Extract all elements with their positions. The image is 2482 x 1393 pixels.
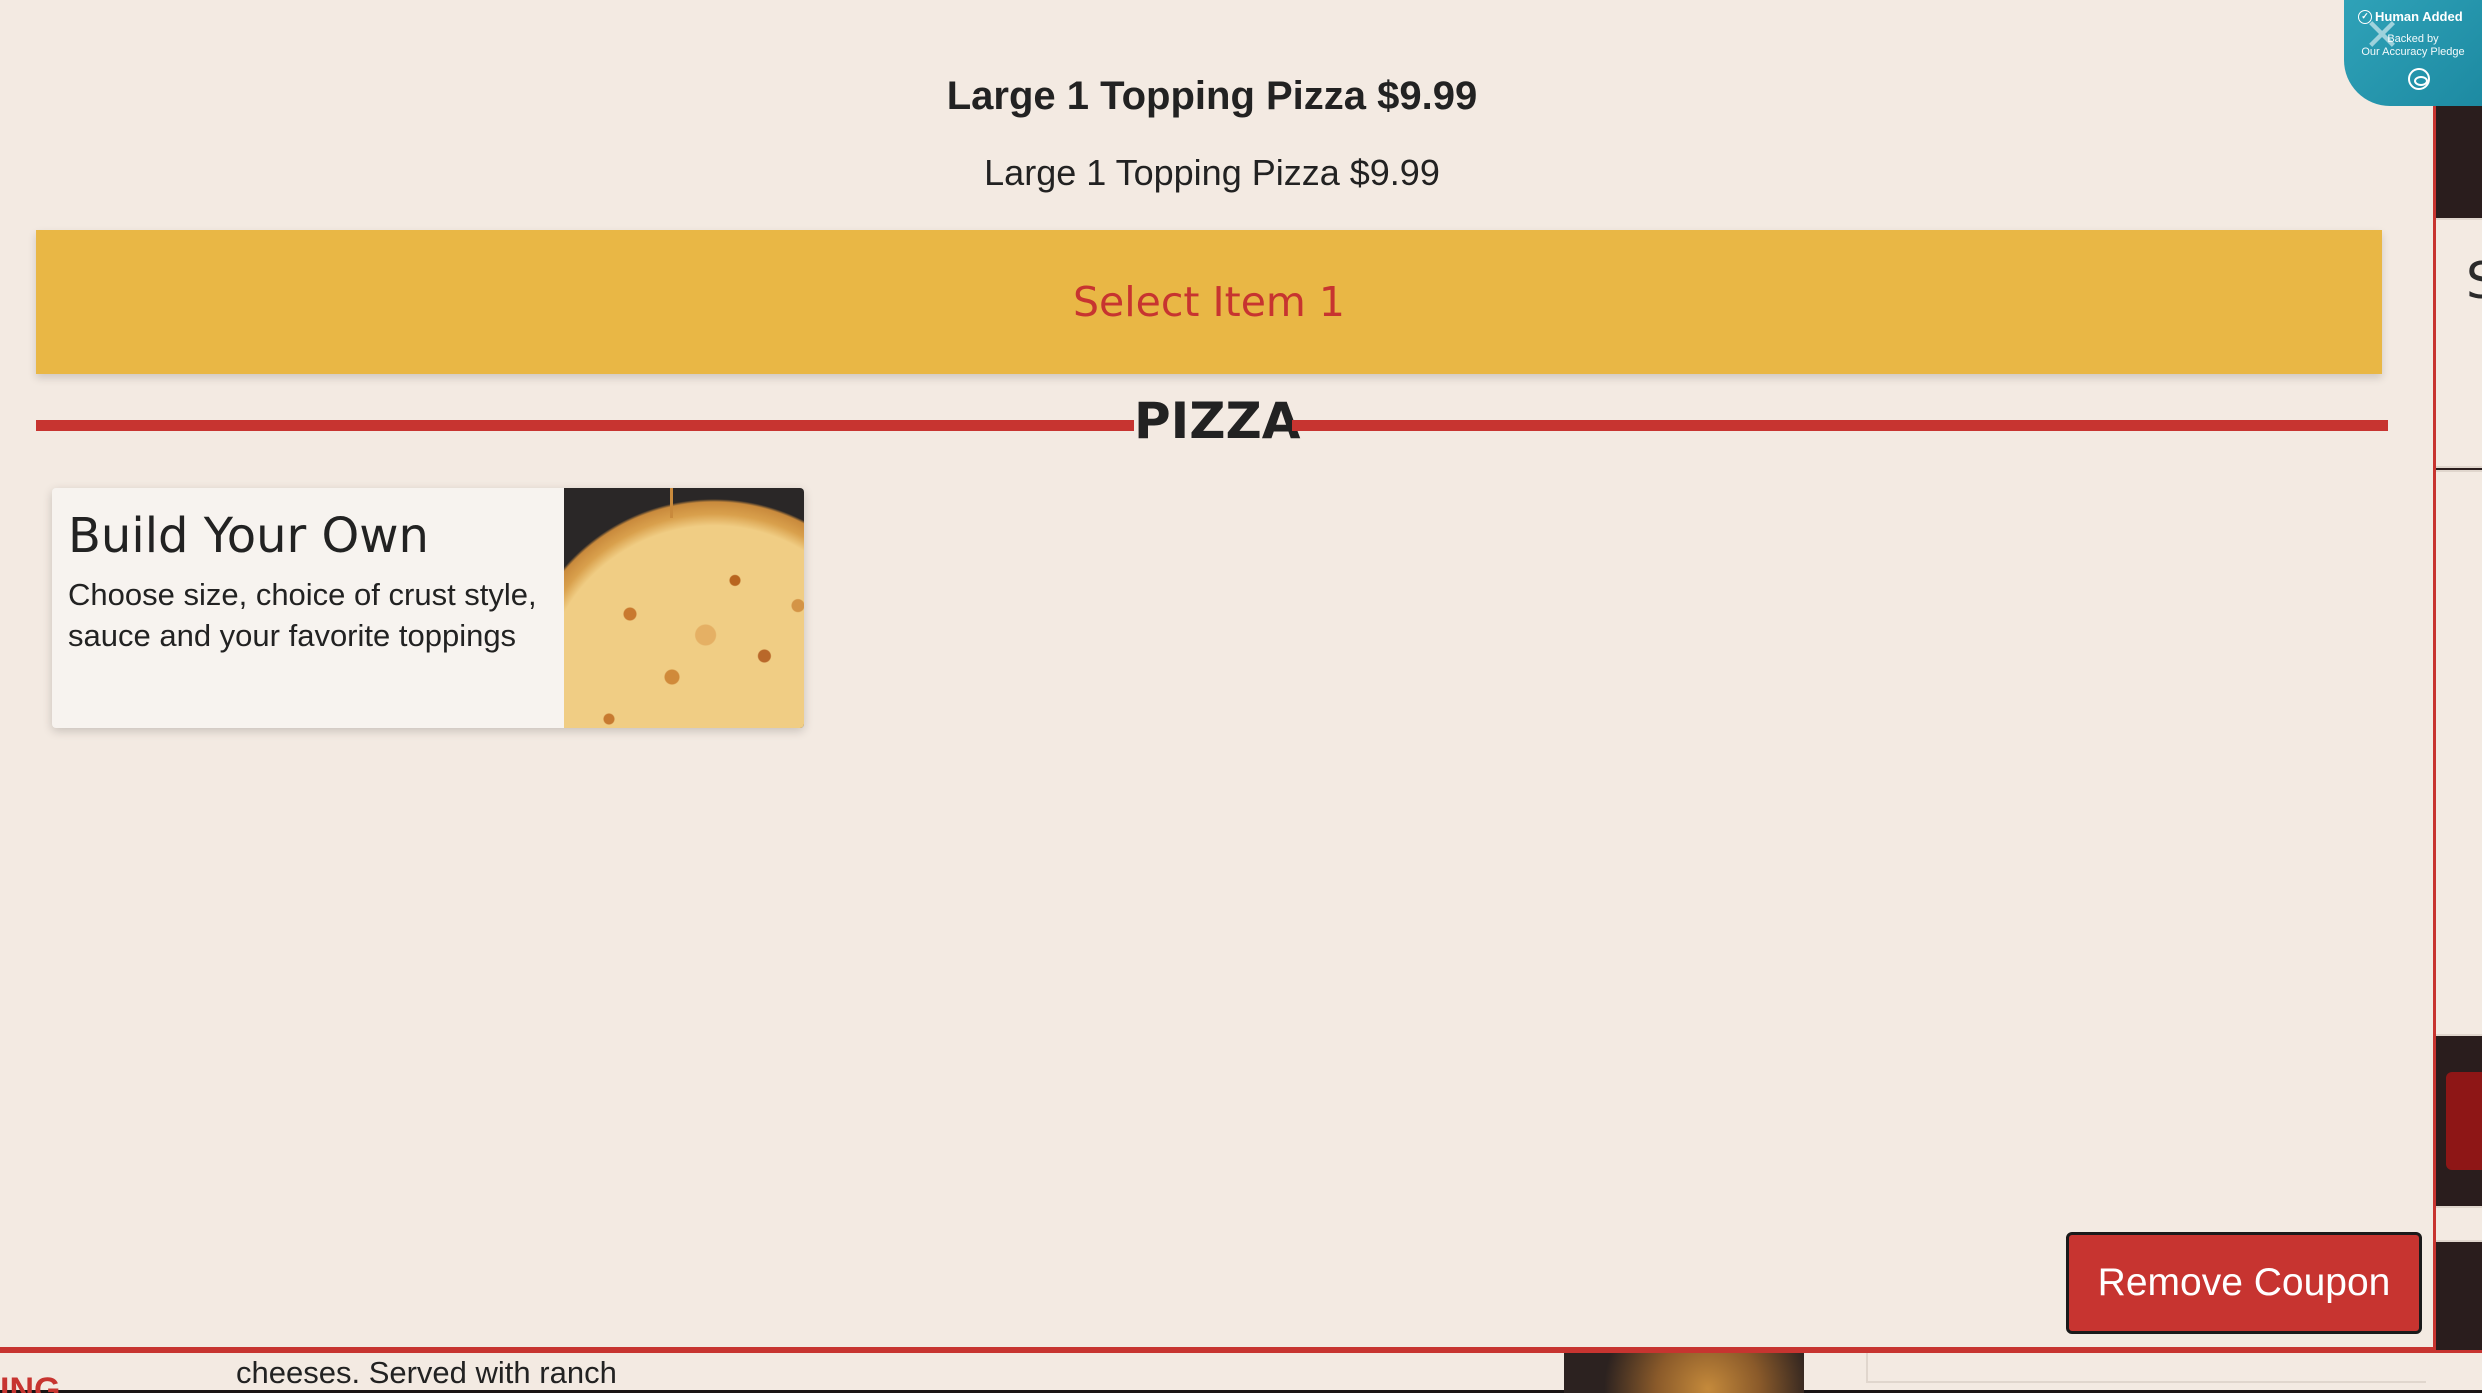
remove-coupon-button[interactable]: Remove Coupon xyxy=(2066,1232,2422,1334)
category-title: PIZZA xyxy=(1134,392,1301,450)
background-peek-letter: S xyxy=(2466,252,2482,310)
modal-subtitle: Large 1 Topping Pizza $9.99 xyxy=(984,152,1440,193)
background-peek-description: cheeses. Served with ranch xyxy=(236,1355,617,1390)
background-bottom-strip: ING cheeses. Served with ranch xyxy=(0,1350,2482,1393)
menu-item-name: Build Your Own xyxy=(68,508,429,564)
background-peek-image xyxy=(1564,1353,1804,1393)
category-divider-right xyxy=(1292,420,2388,431)
background-peek-card xyxy=(1866,1353,2426,1383)
menu-item-card[interactable]: Build Your Own Choose size, choice of cr… xyxy=(52,488,804,728)
modal-title: Large 1 Topping Pizza $9.99 xyxy=(946,74,1478,118)
pizza-graphic xyxy=(564,488,804,728)
close-icon[interactable]: ✕ xyxy=(2362,14,2402,58)
pizza-image xyxy=(564,488,804,728)
category-divider-left xyxy=(36,420,1134,431)
select-item-bar[interactable]: Select Item 1 xyxy=(36,230,2382,374)
background-card-band xyxy=(2436,1206,2482,1242)
background-right-strip: S xyxy=(2436,0,2482,1390)
menu-item-description: Choose size, choice of crust style, sauc… xyxy=(68,577,537,653)
pizza-slice-cut xyxy=(670,488,673,518)
pledge-icon xyxy=(2408,68,2430,90)
coupon-modal: Large 1 Topping Pizza $9.99 Large 1 Topp… xyxy=(0,0,2436,1350)
background-red-button xyxy=(2446,1072,2482,1170)
background-card-band xyxy=(2436,470,2482,1036)
